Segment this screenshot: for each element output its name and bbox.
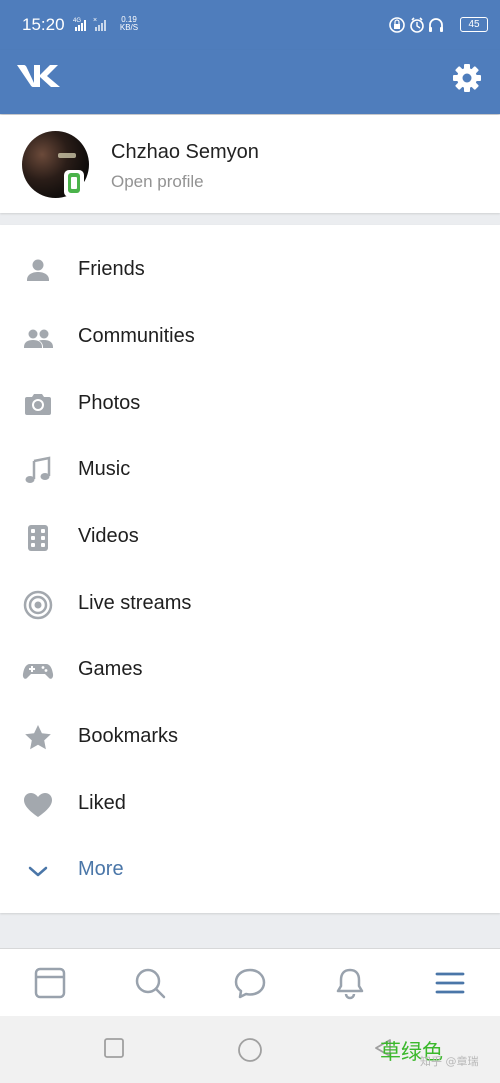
status-time: 15:20 [22, 15, 65, 34]
menu-icon [435, 972, 465, 994]
menu-item-label: Friends [78, 258, 145, 280]
status-bar: 15:20 4G × 0.19 KB/S 45 [0, 0, 500, 50]
people-icon [24, 329, 53, 348]
main-menu: Friends Communities Photos Music Videos … [0, 225, 500, 913]
watermark-source: 知乎 @章瑞 [420, 1055, 479, 1068]
signal-icon: 4G × [73, 17, 106, 31]
menu-item-live-streams[interactable]: Live streams [0, 571, 500, 637]
notifications-bell-icon [336, 968, 364, 1000]
star-icon [25, 725, 51, 750]
gamepad-icon [22, 664, 54, 679]
gear-icon[interactable] [450, 61, 484, 95]
mobile-online-icon [64, 170, 84, 197]
menu-item-more[interactable]: More [0, 837, 500, 903]
status-icons [389, 17, 443, 33]
open-profile-link[interactable]: Open profile [111, 172, 204, 192]
menu-item-label: Games [78, 658, 143, 680]
menu-item-label: Live streams [78, 592, 192, 614]
chevron-down-icon [28, 866, 48, 877]
network-speed: 0.19 KB/S [116, 16, 142, 32]
live-target-icon [23, 590, 53, 620]
menu-item-games[interactable]: Games [0, 637, 500, 703]
tab-menu[interactable] [400, 949, 500, 1017]
tab-search[interactable] [100, 949, 200, 1017]
menu-item-label: Bookmarks [78, 725, 179, 747]
menu-item-liked[interactable]: Liked [0, 771, 500, 837]
messages-icon [234, 968, 266, 999]
vk-logo-icon [17, 65, 60, 87]
svg-text:×: × [93, 17, 97, 24]
film-icon [28, 525, 48, 551]
menu-item-friends[interactable]: Friends [0, 237, 500, 303]
speed-unit: KB/S [119, 23, 139, 32]
menu-item-label: Music [78, 458, 131, 480]
music-note-icon [25, 456, 51, 483]
tab-notifications[interactable] [300, 949, 400, 1017]
bottom-tab-bar [0, 948, 500, 1017]
battery-icon: 45 [460, 17, 488, 32]
menu-item-label: More [78, 858, 124, 880]
profile-card[interactable]: Chzhao Semyon Open profile [0, 115, 500, 213]
home-circle-icon[interactable] [237, 1037, 263, 1063]
person-icon [27, 259, 49, 281]
menu-item-music[interactable]: Music [0, 437, 500, 503]
menu-item-videos[interactable]: Videos [0, 504, 500, 570]
menu-item-communities[interactable]: Communities [0, 304, 500, 370]
network-type-label: 4G [73, 18, 81, 24]
news-feed-icon [34, 967, 66, 999]
tab-messages[interactable] [200, 949, 300, 1017]
tab-news[interactable] [0, 949, 100, 1017]
profile-name: Chzhao Semyon [111, 141, 259, 163]
search-icon [135, 968, 166, 999]
menu-item-label: Photos [78, 392, 141, 414]
menu-item-label: Communities [78, 325, 195, 347]
menu-item-photos[interactable]: Photos [0, 371, 500, 437]
heart-icon [24, 793, 52, 817]
recents-square-icon[interactable] [103, 1037, 125, 1059]
menu-item-label: Videos [78, 525, 139, 547]
menu-item-bookmarks[interactable]: Bookmarks [0, 704, 500, 770]
app-header [0, 50, 500, 114]
camera-icon [25, 394, 51, 415]
menu-item-label: Liked [78, 792, 126, 814]
